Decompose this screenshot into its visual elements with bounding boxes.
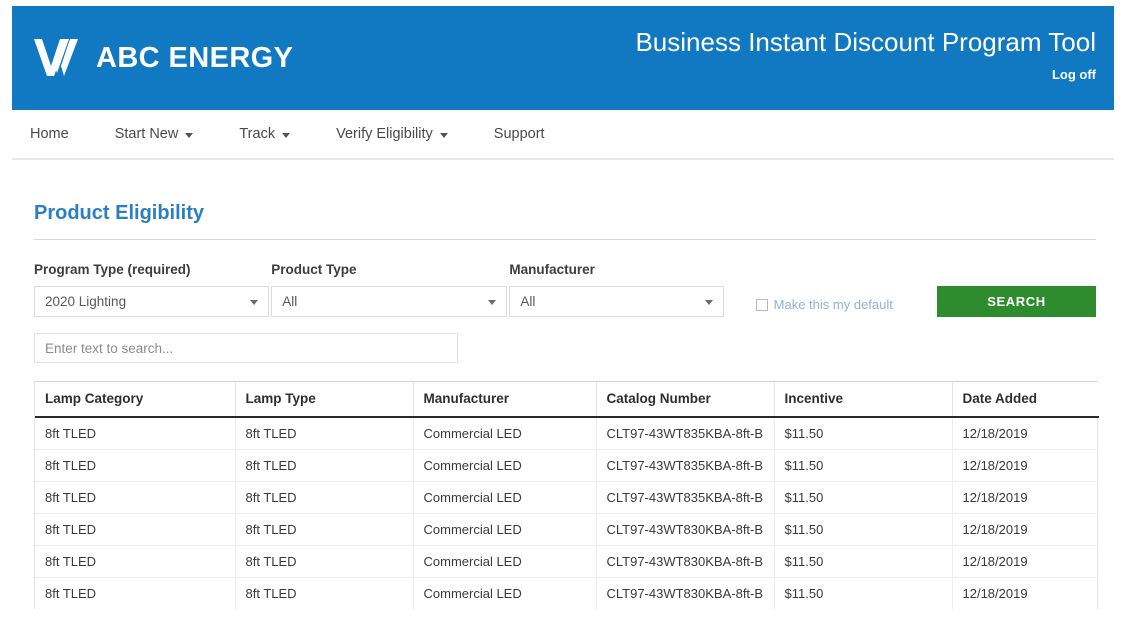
program-type-select[interactable]: 2020 Lighting bbox=[34, 286, 269, 317]
cell-catalog-number: CLT97-43WT835KBA-8ft-B bbox=[596, 417, 774, 450]
manufacturer-label: Manufacturer bbox=[509, 262, 743, 277]
column-header-incentive[interactable]: Incentive bbox=[774, 382, 952, 417]
brand-block: ABC ENERGY bbox=[34, 37, 293, 79]
column-header-manufacturer[interactable]: Manufacturer bbox=[413, 382, 596, 417]
nav-item-track[interactable]: Track bbox=[239, 120, 290, 148]
cell-catalog-number: CLT97-43WT830KBA-8ft-B bbox=[596, 546, 774, 578]
cell-date-added: 12/18/2019 bbox=[952, 482, 1099, 514]
cell-manufacturer: Commercial LED bbox=[413, 450, 596, 482]
cell-lamp-category: 8ft TLED bbox=[35, 450, 235, 482]
cell-date-added: 12/18/2019 bbox=[952, 417, 1099, 450]
cell-lamp-category: 8ft TLED bbox=[35, 482, 235, 514]
app-title: Business Instant Discount Program Tool bbox=[635, 28, 1096, 58]
brand-name: ABC ENERGY bbox=[96, 42, 293, 75]
cell-incentive: $11.50 bbox=[774, 417, 952, 450]
cell-lamp-type: 8ft TLED bbox=[235, 482, 413, 514]
search-button[interactable]: SEARCH bbox=[937, 286, 1096, 317]
product-type-select[interactable]: All bbox=[271, 286, 507, 317]
program-type-field: Program Type (required) 2020 Lighting bbox=[34, 262, 269, 317]
cell-lamp-type: 8ft TLED bbox=[235, 450, 413, 482]
cell-lamp-type: 8ft TLED bbox=[235, 514, 413, 546]
column-header-lamp-category[interactable]: Lamp Category bbox=[35, 382, 235, 417]
cell-lamp-category: 8ft TLED bbox=[35, 417, 235, 450]
program-type-value: 2020 Lighting bbox=[45, 294, 126, 309]
cell-date-added: 12/18/2019 bbox=[952, 514, 1099, 546]
nav-item-support[interactable]: Support bbox=[494, 120, 545, 148]
filter-row: Program Type (required) 2020 Lighting Pr… bbox=[34, 262, 1096, 317]
cell-lamp-category: 8ft TLED bbox=[35, 514, 235, 546]
chevron-down-icon bbox=[705, 300, 713, 305]
cell-catalog-number: CLT97-43WT835KBA-8ft-B bbox=[596, 450, 774, 482]
cell-lamp-type: 8ft TLED bbox=[235, 546, 413, 578]
cell-catalog-number: CLT97-43WT830KBA-8ft-B bbox=[596, 514, 774, 546]
table-header-row: Lamp Category Lamp Type Manufacturer Cat… bbox=[35, 382, 1099, 417]
nav-item-label: Start New bbox=[115, 126, 179, 142]
column-header-catalog-number[interactable]: Catalog Number bbox=[596, 382, 774, 417]
nav-item-label: Verify Eligibility bbox=[336, 126, 433, 142]
table-row[interactable]: 8ft TLED 8ft TLED Commercial LED CLT97-4… bbox=[35, 450, 1099, 482]
product-type-label: Product Type bbox=[271, 262, 507, 277]
cell-lamp-type: 8ft TLED bbox=[235, 417, 413, 450]
manufacturer-value: All bbox=[520, 294, 535, 309]
app-banner: ABC ENERGY Business Instant Discount Pro… bbox=[12, 6, 1114, 110]
cell-catalog-number: CLT97-43WT835KBA-8ft-B bbox=[596, 482, 774, 514]
table-row[interactable]: 8ft TLED 8ft TLED Commercial LED CLT97-4… bbox=[35, 578, 1099, 610]
product-type-value: All bbox=[282, 294, 297, 309]
page-title: Product Eligibility bbox=[34, 202, 1096, 225]
table-row[interactable]: 8ft TLED 8ft TLED Commercial LED CLT97-4… bbox=[35, 514, 1099, 546]
cell-date-added: 12/18/2019 bbox=[952, 450, 1099, 482]
cell-incentive: $11.50 bbox=[774, 578, 952, 610]
cell-manufacturer: Commercial LED bbox=[413, 546, 596, 578]
cell-lamp-type: 8ft TLED bbox=[235, 578, 413, 610]
manufacturer-select[interactable]: All bbox=[509, 286, 724, 317]
table-row[interactable]: 8ft TLED 8ft TLED Commercial LED CLT97-4… bbox=[35, 417, 1099, 450]
nav-item-home[interactable]: Home bbox=[30, 120, 69, 148]
nav-item-label: Home bbox=[30, 126, 69, 142]
cell-lamp-category: 8ft TLED bbox=[35, 546, 235, 578]
cell-date-added: 12/18/2019 bbox=[952, 578, 1099, 610]
make-default-checkbox[interactable] bbox=[756, 299, 768, 311]
cell-lamp-category: 8ft TLED bbox=[35, 578, 235, 610]
cell-incentive: $11.50 bbox=[774, 546, 952, 578]
cell-date-added: 12/18/2019 bbox=[952, 546, 1099, 578]
column-header-date-added[interactable]: Date Added bbox=[952, 382, 1099, 417]
nav-item-label: Track bbox=[239, 126, 275, 142]
chevron-down-icon bbox=[440, 133, 448, 138]
cell-manufacturer: Commercial LED bbox=[413, 417, 596, 450]
results-table: Lamp Category Lamp Type Manufacturer Cat… bbox=[34, 381, 1098, 609]
cell-incentive: $11.50 bbox=[774, 482, 952, 514]
main-navigation: Home Start New Track Verify Eligibility … bbox=[12, 110, 1114, 160]
chevron-down-icon bbox=[185, 133, 193, 138]
table-row[interactable]: 8ft TLED 8ft TLED Commercial LED CLT97-4… bbox=[35, 546, 1099, 578]
search-input[interactable] bbox=[34, 333, 458, 363]
abc-energy-logo-icon bbox=[34, 37, 82, 79]
log-off-link[interactable]: Log off bbox=[1052, 67, 1096, 82]
product-type-field: Product Type All bbox=[271, 262, 507, 317]
cell-manufacturer: Commercial LED bbox=[413, 578, 596, 610]
cell-incentive: $11.50 bbox=[774, 450, 952, 482]
nav-item-verify-eligibility[interactable]: Verify Eligibility bbox=[336, 120, 448, 148]
title-divider bbox=[34, 239, 1096, 240]
nav-item-start-new[interactable]: Start New bbox=[115, 120, 194, 148]
cell-catalog-number: CLT97-43WT830KBA-8ft-B bbox=[596, 578, 774, 610]
cell-manufacturer: Commercial LED bbox=[413, 482, 596, 514]
chevron-down-icon bbox=[250, 300, 258, 305]
table-row[interactable]: 8ft TLED 8ft TLED Commercial LED CLT97-4… bbox=[35, 482, 1099, 514]
cell-incentive: $11.50 bbox=[774, 514, 952, 546]
chevron-down-icon bbox=[488, 300, 496, 305]
chevron-down-icon bbox=[282, 133, 290, 138]
banner-right-block: Business Instant Discount Program Tool L… bbox=[635, 28, 1096, 88]
column-header-lamp-type[interactable]: Lamp Type bbox=[235, 382, 413, 417]
make-default-label[interactable]: Make this my default bbox=[774, 297, 893, 312]
make-default-group: Make this my default bbox=[756, 297, 893, 317]
nav-item-label: Support bbox=[494, 126, 545, 142]
main-content: Product Eligibility Program Type (requir… bbox=[12, 202, 1114, 609]
cell-manufacturer: Commercial LED bbox=[413, 514, 596, 546]
manufacturer-field: Manufacturer All bbox=[509, 262, 743, 317]
program-type-label: Program Type (required) bbox=[34, 262, 269, 277]
